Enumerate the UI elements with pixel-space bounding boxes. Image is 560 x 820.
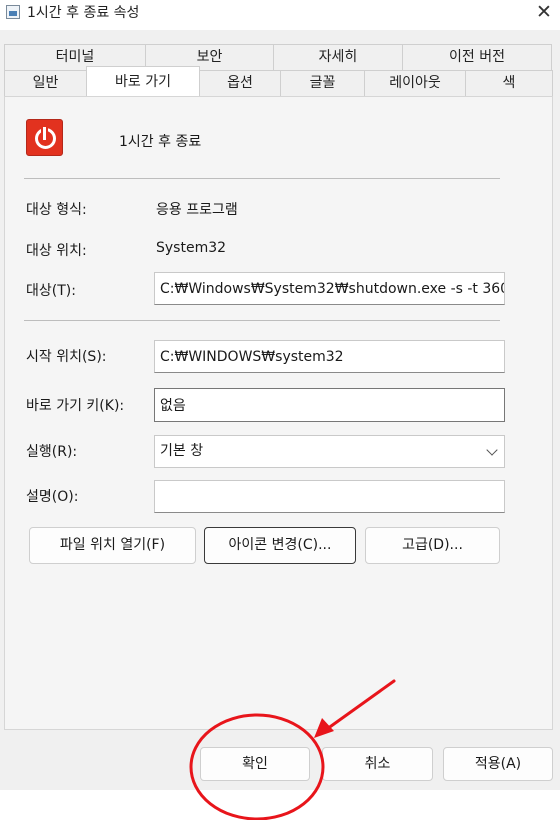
target-location-label: 대상 위치: (26, 243, 87, 259)
divider (24, 178, 500, 179)
target-location-value: System32 (156, 240, 227, 256)
chevron-down-icon (486, 444, 498, 456)
tab-previous-versions[interactable]: 이전 버전 (402, 44, 552, 70)
target-type-value: 응용 프로그램 (156, 202, 238, 218)
tab-options[interactable]: 옵션 (199, 70, 281, 96)
tab-general[interactable]: 일반 (4, 70, 87, 96)
start-in-input[interactable] (154, 340, 505, 373)
target-input[interactable] (154, 272, 505, 305)
run-select-value: 기본 창 (160, 443, 204, 459)
bottom-strip (0, 790, 560, 820)
advanced-button[interactable]: 고급(D)... (365, 527, 500, 564)
target-label: 대상(T): (26, 283, 76, 299)
power-icon (26, 119, 63, 156)
comment-input[interactable] (154, 480, 505, 513)
title-bar: 1시간 후 종료 속성 ✕ (0, 0, 560, 30)
start-in-label: 시작 위치(S): (26, 349, 107, 365)
shortcut-name: 1시간 후 종료 (119, 134, 202, 150)
run-label: 실행(R): (26, 444, 78, 460)
comment-label: 설명(O): (26, 489, 79, 505)
tab-colors[interactable]: 색 (465, 70, 553, 96)
ok-button[interactable]: 확인 (200, 747, 310, 781)
divider (24, 320, 500, 321)
close-button[interactable]: ✕ (528, 0, 560, 28)
tab-details[interactable]: 자세히 (273, 44, 403, 70)
cancel-button[interactable]: 취소 (322, 747, 433, 781)
window-title: 1시간 후 종료 속성 (27, 5, 140, 21)
tab-font[interactable]: 글꼴 (280, 70, 365, 96)
window-icon (6, 5, 20, 19)
apply-button[interactable]: 적용(A) (443, 747, 553, 781)
change-icon-button[interactable]: 아이콘 변경(C)... (204, 527, 356, 564)
tab-row-bottom: 일반 바로 가기 옵션 글꼴 레이아웃 색 (4, 66, 553, 96)
tab-row-top: 터미널 보안 자세히 이전 버전 (4, 44, 552, 70)
open-file-location-button[interactable]: 파일 위치 열기(F) (29, 527, 196, 564)
target-type-label: 대상 형식: (26, 202, 87, 218)
tab-layout[interactable]: 레이아웃 (364, 70, 466, 96)
run-select[interactable]: 기본 창 (154, 435, 505, 468)
hotkey-label: 바로 가기 키(K): (26, 398, 125, 414)
hotkey-input[interactable] (154, 388, 505, 422)
tab-shortcut[interactable]: 바로 가기 (86, 66, 200, 96)
